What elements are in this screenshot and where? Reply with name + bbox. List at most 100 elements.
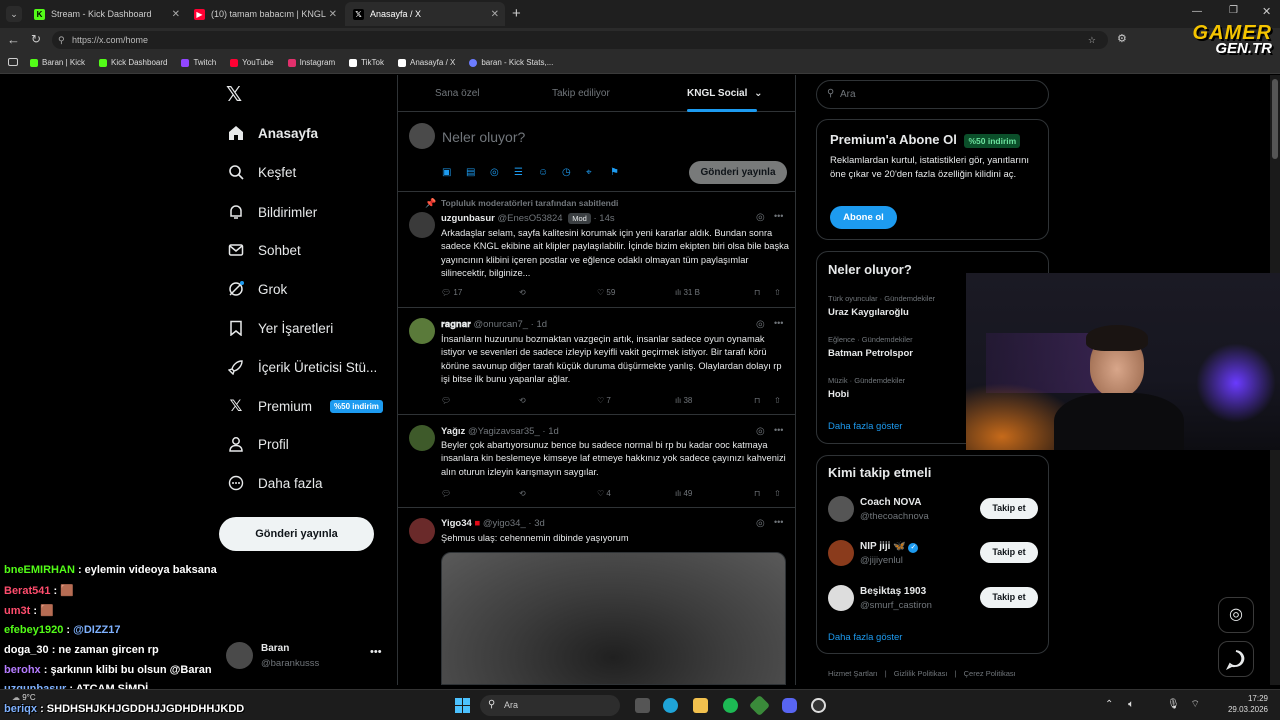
- site-info-icon[interactable]: ⚲: [58, 31, 65, 49]
- wifi-icon[interactable]: ⌔: [1190, 699, 1199, 710]
- close-icon[interactable]: ✕: [491, 9, 499, 20]
- bookmark-item[interactable]: baran - Kick Stats,...: [469, 58, 553, 67]
- grok-icon[interactable]: ◎: [756, 518, 765, 529]
- task-view-icon[interactable]: [635, 698, 650, 713]
- maximize-button[interactable]: ❐: [1229, 5, 1238, 16]
- show-more-link[interactable]: Daha fazla göster: [828, 632, 902, 643]
- bookmark-item[interactable]: Twitch: [181, 58, 216, 67]
- tweet[interactable]: 📌 Topluluk moderatörleri tarafından sabi…: [398, 192, 795, 308]
- nav-premium[interactable]: 𝕏 Premium %50 indirim: [228, 398, 383, 415]
- back-icon[interactable]: ←: [7, 32, 20, 47]
- suggestion-row[interactable]: Coach NOVA @thecoachnova Takip et: [817, 494, 1048, 528]
- follow-button[interactable]: Takip et: [980, 542, 1038, 563]
- trend-item[interactable]: Müzik · Gündemdekiler Hobi: [828, 376, 905, 400]
- browser-tab-x[interactable]: 𝕏 Anasayfa / X ✕: [345, 2, 505, 26]
- nav-grok[interactable]: Grok: [228, 281, 287, 297]
- bookmark-item[interactable]: TikTok: [349, 58, 384, 67]
- views-icon[interactable]: ılı 38: [675, 396, 692, 405]
- bookmark-star-icon[interactable]: ☆: [1088, 31, 1096, 49]
- bookmark-icon[interactable]: ⊓: [754, 396, 760, 405]
- edge-icon[interactable]: [663, 698, 678, 713]
- subscribe-button[interactable]: Abone ol: [830, 206, 897, 229]
- grok-float-button[interactable]: ◎: [1218, 597, 1254, 633]
- speaker-icon[interactable]: 🔈︎: [1128, 699, 1134, 710]
- nav-messages[interactable]: Sohbet: [228, 242, 301, 258]
- compose-post-button[interactable]: Gönderi yayınla: [689, 161, 787, 184]
- flag-icon[interactable]: ⚑: [610, 167, 619, 178]
- clock[interactable]: 17:29 29.03.2026: [1218, 693, 1268, 715]
- extensions-icon[interactable]: ⚙: [1117, 32, 1127, 45]
- like-icon[interactable]: ♡ 59: [597, 288, 615, 297]
- more-icon[interactable]: •••: [774, 517, 783, 527]
- x-home-logo[interactable]: 𝕏: [226, 85, 246, 105]
- close-icon[interactable]: ✕: [172, 9, 180, 20]
- tweet-author[interactable]: Yağız @Yagizavsar35_ · 1d: [441, 426, 559, 437]
- spotify-icon[interactable]: [723, 698, 738, 713]
- tab-for-you[interactable]: Sana özel: [435, 88, 479, 99]
- nav-creator-studio[interactable]: İçerik Üreticisi Stü...: [228, 359, 377, 375]
- bookmark-item[interactable]: Instagram: [287, 58, 335, 67]
- bookmark-icon[interactable]: ⊓: [754, 489, 760, 498]
- search-box[interactable]: ⚲ Ara: [816, 80, 1049, 109]
- follow-button[interactable]: Takip et: [980, 498, 1038, 519]
- like-icon[interactable]: ♡ 4: [597, 489, 611, 498]
- grok-icon[interactable]: ◎: [756, 426, 765, 437]
- emoji-icon[interactable]: ☺: [538, 167, 548, 178]
- nav-more[interactable]: Daha fazla: [228, 475, 323, 491]
- start-button[interactable]: [455, 698, 470, 713]
- share-icon[interactable]: ⇧: [774, 489, 781, 498]
- image-icon[interactable]: ▣: [442, 167, 451, 178]
- views-icon[interactable]: ılı 49: [675, 489, 692, 498]
- mic-icon[interactable]: 🎙︎: [1167, 699, 1180, 710]
- bookmark-item[interactable]: Baran | Kick: [30, 58, 85, 67]
- grok-icon[interactable]: ◎: [756, 319, 765, 330]
- tweet[interactable]: 𝐫𝐚𝐠𝐧𝐚𝐫 @onurcan7_ · 1d ◎ ••• İnsanların …: [398, 308, 795, 415]
- post-button[interactable]: Gönderi yayınla: [219, 517, 374, 551]
- reload-icon[interactable]: ↻: [31, 32, 41, 46]
- close-window-button[interactable]: ✕: [1262, 5, 1271, 18]
- scrollbar-thumb[interactable]: [1272, 79, 1278, 159]
- schedule-icon[interactable]: ◷: [562, 167, 571, 178]
- messages-float-button[interactable]: [1218, 641, 1254, 677]
- share-icon[interactable]: ⇧: [774, 396, 781, 405]
- tab-kngl-social[interactable]: KNGL Social ⌄: [687, 88, 763, 99]
- grok-icon[interactable]: ◎: [756, 212, 765, 223]
- footer-link[interactable]: Gizlilik Politikası: [894, 669, 948, 678]
- tab-list-icon[interactable]: ⌄: [6, 6, 22, 22]
- trend-item[interactable]: Türk oyuncular · Gündemdekiler Uraz Kayg…: [828, 294, 935, 318]
- compose-input[interactable]: Neler oluyor?: [442, 129, 525, 145]
- trend-item[interactable]: Eğlence · Gündemdekiler Batman Petrolspo…: [828, 335, 913, 359]
- nav-explore[interactable]: Keşfet: [228, 164, 296, 180]
- new-tab-button[interactable]: +: [512, 5, 521, 22]
- discord-icon[interactable]: [782, 698, 797, 713]
- chevron-up-icon[interactable]: ⌃: [1105, 699, 1113, 710]
- repost-icon[interactable]: ⟲: [519, 489, 526, 498]
- nav-home[interactable]: Anasayfa: [228, 125, 318, 141]
- url-input[interactable]: ⚲ https://x.com/home ☆: [52, 31, 1108, 49]
- nav-notifications[interactable]: Bildirimler: [228, 204, 317, 220]
- browser-tab-youtube[interactable]: ▶ (10) tamam babacım | KNGLRP - Yo ✕: [186, 2, 343, 26]
- more-icon[interactable]: •••: [774, 211, 783, 221]
- suggestion-row[interactable]: Beşiktaş 1903 @smurf_castiron Takip et: [817, 583, 1048, 617]
- like-icon[interactable]: ♡ 7: [597, 396, 611, 405]
- close-icon[interactable]: ✕: [329, 9, 337, 20]
- bookmark-item[interactable]: Anasayfa / X: [397, 58, 455, 67]
- suggestion-row[interactable]: NIP jiji 🦋 ✓ @jijiyenlul Takip et: [817, 538, 1048, 572]
- obs-icon[interactable]: [811, 698, 826, 713]
- tweet-author[interactable]: 𝐫𝐚𝐠𝐧𝐚𝐫 @onurcan7_ · 1d: [441, 319, 547, 330]
- more-icon[interactable]: •••: [774, 318, 783, 328]
- grok-icon[interactable]: ◎: [490, 167, 499, 178]
- reply-icon[interactable]: 💬︎ 17: [441, 288, 462, 297]
- file-explorer-icon[interactable]: [693, 698, 708, 713]
- app-icon[interactable]: [748, 694, 771, 717]
- show-more-link[interactable]: Daha fazla göster: [828, 421, 902, 432]
- repost-icon[interactable]: ⟲: [519, 396, 526, 405]
- tweet-author[interactable]: uzgunbasur @EnesO53824 Mod · 14s: [441, 213, 615, 224]
- bookmark-item[interactable]: Kick Dashboard: [98, 58, 167, 67]
- more-icon[interactable]: •••: [370, 646, 382, 658]
- location-icon[interactable]: ⌖: [586, 167, 592, 178]
- reply-icon[interactable]: 💬︎: [441, 396, 451, 405]
- poll-icon[interactable]: ☰: [514, 167, 523, 178]
- nav-profile[interactable]: Profil: [228, 436, 289, 452]
- browser-tab-kick[interactable]: K Stream - Kick Dashboard ✕: [26, 2, 186, 26]
